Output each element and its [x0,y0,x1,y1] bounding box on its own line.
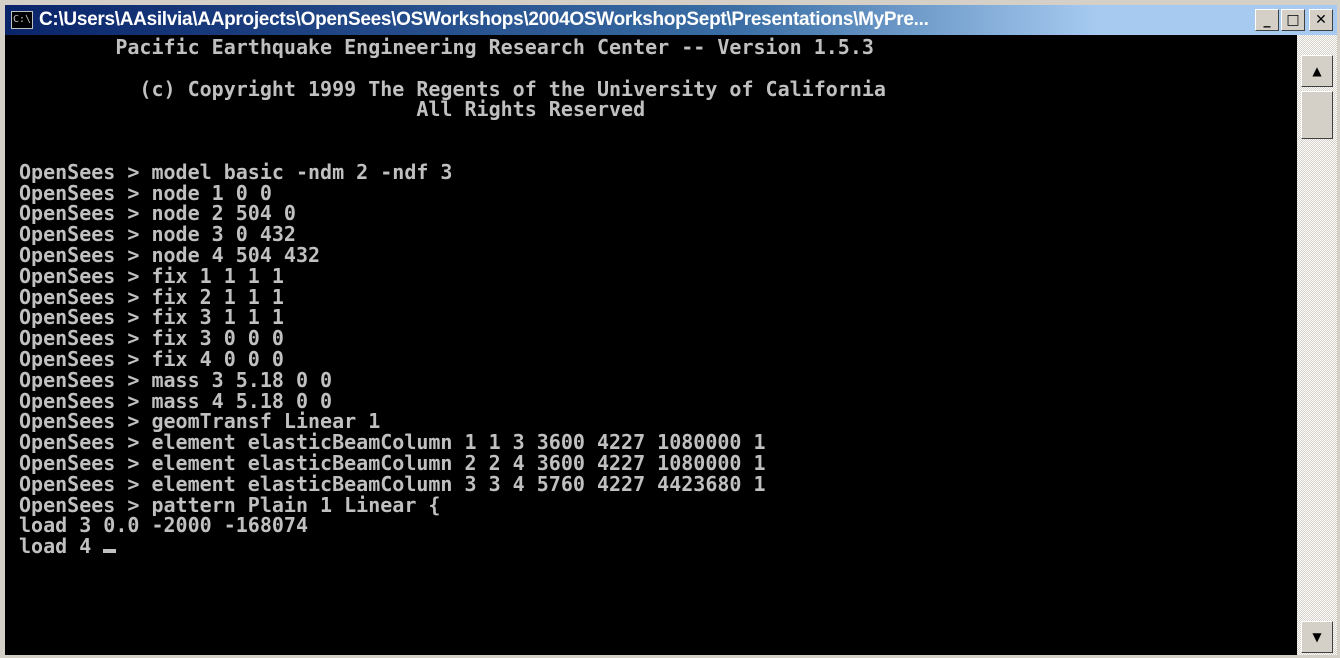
console-line: OpenSees > mass 3 5.18 0 0 [19,367,333,392]
current-input-text: load 4 [19,534,104,559]
console-input-line[interactable]: load 4 [19,536,1297,557]
console-line: load 3 0.0 -2000 -168074 [19,513,308,538]
close-button[interactable]: ✕ [1309,9,1333,31]
window-title: C:\Users\AAsilvia\AAprojects\OpenSees\OS… [39,9,929,30]
scroll-up-icon[interactable]: ▲ [1301,55,1333,87]
console-line: Pacific Earthquake Engineering Research … [19,35,874,59]
text-cursor [103,549,117,554]
console-line: OpenSees > element elasticBeamColumn 1 1… [19,430,766,455]
title-bar[interactable]: C:\ C:\Users\AAsilvia\AAprojects\OpenSee… [5,5,1337,35]
minimize-button[interactable]: _ [1255,9,1279,31]
console-output[interactable]: Pacific Earthquake Engineering Research … [5,35,1297,655]
console-line: (c) Copyright 1999 The Regents of the Un… [19,76,886,101]
console-line: OpenSees > element elasticBeamColumn 3 3… [19,471,766,496]
console-app-icon[interactable]: C:\ [11,11,33,29]
scrollbar-thumb[interactable] [1301,91,1333,139]
console-line: OpenSees > node 1 0 0 [19,180,272,205]
console-line: OpenSees > model basic -ndm 2 -ndf 3 [19,159,453,184]
console-line: OpenSees > geomTransf Linear 1 [19,409,381,434]
console-line: OpenSees > node 4 504 432 [19,242,321,267]
console-line: OpenSees > fix 3 1 1 1 [19,305,284,330]
console-line: OpenSees > node 2 504 0 [19,201,296,226]
window-controls: _ □ ✕ [1255,9,1333,31]
console-window: C:\ C:\Users\AAsilvia\AAprojects\OpenSee… [0,0,1340,658]
console-line: OpenSees > element elasticBeamColumn 2 2… [19,450,766,475]
console-line: All Rights Reserved [19,97,646,122]
console-lines: Pacific Earthquake Engineering Research … [19,37,1297,536]
console-line: OpenSees > fix 1 1 1 1 [19,263,284,288]
console-line: OpenSees > fix 3 0 0 0 [19,326,284,351]
console-line: OpenSees > mass 4 5.18 0 0 [19,388,333,413]
console-line: OpenSees > pattern Plain 1 Linear { [19,492,441,517]
console-line: OpenSees > fix 2 1 1 1 [19,284,284,309]
console-line: OpenSees > fix 4 0 0 0 [19,346,284,371]
console-line: OpenSees > node 3 0 432 [19,222,296,247]
scroll-down-icon[interactable]: ▼ [1301,621,1333,653]
vertical-scrollbar[interactable]: ▲ ▼ [1297,35,1337,655]
maximize-button[interactable]: □ [1281,9,1305,31]
